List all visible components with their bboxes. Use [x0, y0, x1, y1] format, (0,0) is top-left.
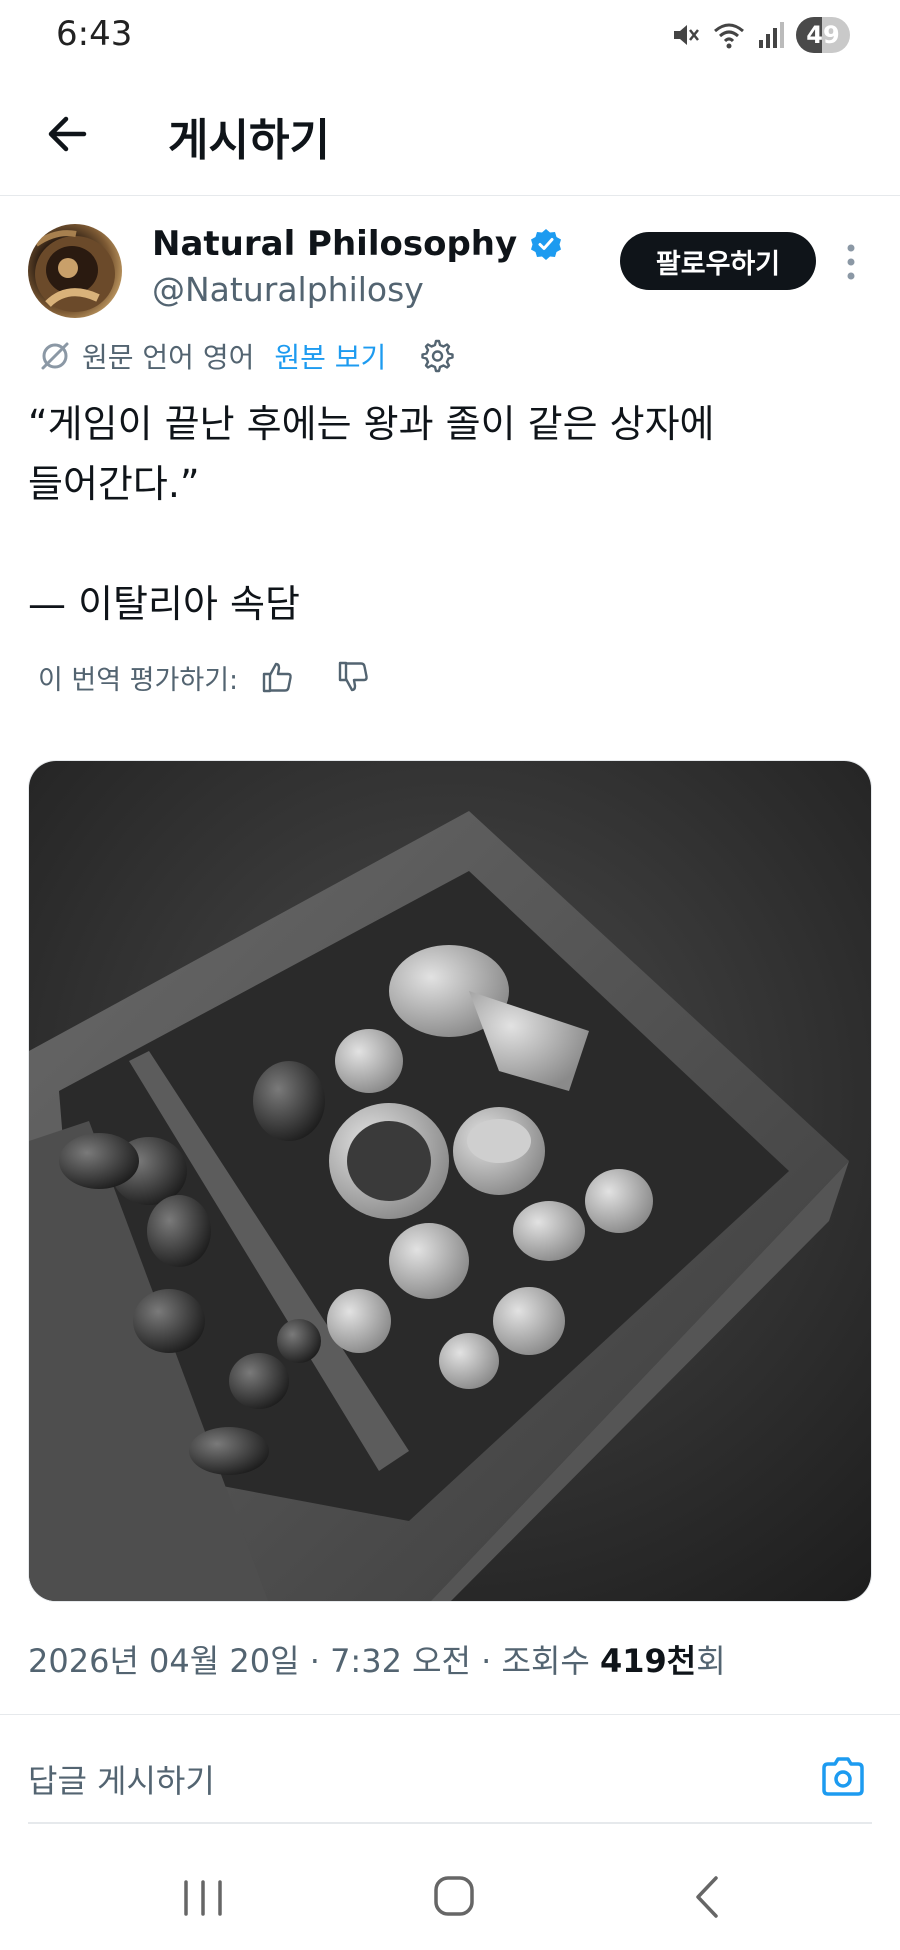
verified-badge-icon — [531, 229, 562, 260]
back-icon[interactable] — [688, 1874, 728, 1920]
author-name[interactable]: Natural Philosophy — [152, 224, 517, 264]
status-bar: 6:43 49 — [0, 0, 900, 70]
divider — [0, 1714, 900, 1715]
follow-button[interactable]: 팔로우하기 — [620, 232, 816, 290]
thumbs-up-icon[interactable] — [260, 659, 296, 695]
views-count: 419천 — [600, 1642, 697, 1680]
gear-icon[interactable] — [418, 338, 455, 374]
tweet-quote: “게임이 끝난 후에는 왕과 졸이 같은 상자에 들어간다.” — [28, 402, 715, 506]
rate-translation-label: 이 번역 평가하기: — [38, 664, 239, 696]
show-original-link[interactable]: 원본 보기 — [274, 336, 386, 376]
arrow-left-icon[interactable] — [40, 106, 96, 162]
avatar[interactable] — [28, 224, 122, 318]
mute-icon — [674, 25, 699, 45]
wifi-icon — [714, 23, 744, 49]
translate-icon — [41, 342, 69, 370]
rate-translation-row: 이 번역 평가하기: — [38, 656, 412, 698]
tweet-image[interactable] — [28, 760, 872, 1602]
tweet-date: 2026년 04월 20일 — [28, 1642, 300, 1680]
source-language-label: 원문 언어 영어 — [82, 341, 255, 374]
meta-separator: · — [481, 1642, 492, 1680]
chess-box-photo — [29, 761, 871, 1601]
avatar-image — [34, 230, 115, 312]
camera-icon[interactable] — [818, 1752, 868, 1802]
status-time: 6:43 — [56, 14, 133, 54]
battery-indicator: 49 — [796, 17, 850, 53]
views-suffix: 회 — [696, 1642, 726, 1680]
tweet-time: 7:32 오전 — [330, 1642, 471, 1680]
system-nav-bar — [0, 1840, 900, 1950]
battery-level: 49 — [806, 21, 840, 49]
views-prefix: 조회수 — [501, 1642, 590, 1680]
thumbs-down-icon[interactable] — [336, 659, 372, 695]
tweet-text: “게임이 끝난 후에는 왕과 졸이 같은 상자에 들어간다.” — 이탈리아 속… — [28, 394, 868, 634]
signal-icon — [759, 22, 784, 48]
tweet-meta: 2026년 04월 20일 · 7:32 오전 · 조회수 419천회 — [28, 1636, 726, 1682]
tweet-quote-source: — 이탈리아 속담 — [28, 582, 300, 626]
recent-apps-icon[interactable] — [178, 1878, 228, 1918]
more-vertical-icon[interactable] — [838, 240, 864, 284]
app-header: 게시하기 — [0, 70, 900, 196]
status-icons: 49 — [670, 16, 850, 54]
author-name-row: Natural Philosophy — [152, 224, 563, 264]
divider — [28, 1822, 872, 1824]
reply-input[interactable]: 답글 게시하기 — [28, 1756, 215, 1802]
screen: 6:43 49 게시하기 Natural Philosophy @Natural… — [0, 0, 900, 1950]
home-icon[interactable] — [432, 1874, 476, 1918]
meta-separator: · — [309, 1642, 320, 1680]
author-handle[interactable]: @Naturalphilosy — [152, 270, 424, 309]
translation-row: 원문 언어 영어 원본 보기 — [38, 336, 455, 376]
page-title: 게시하기 — [168, 115, 330, 166]
